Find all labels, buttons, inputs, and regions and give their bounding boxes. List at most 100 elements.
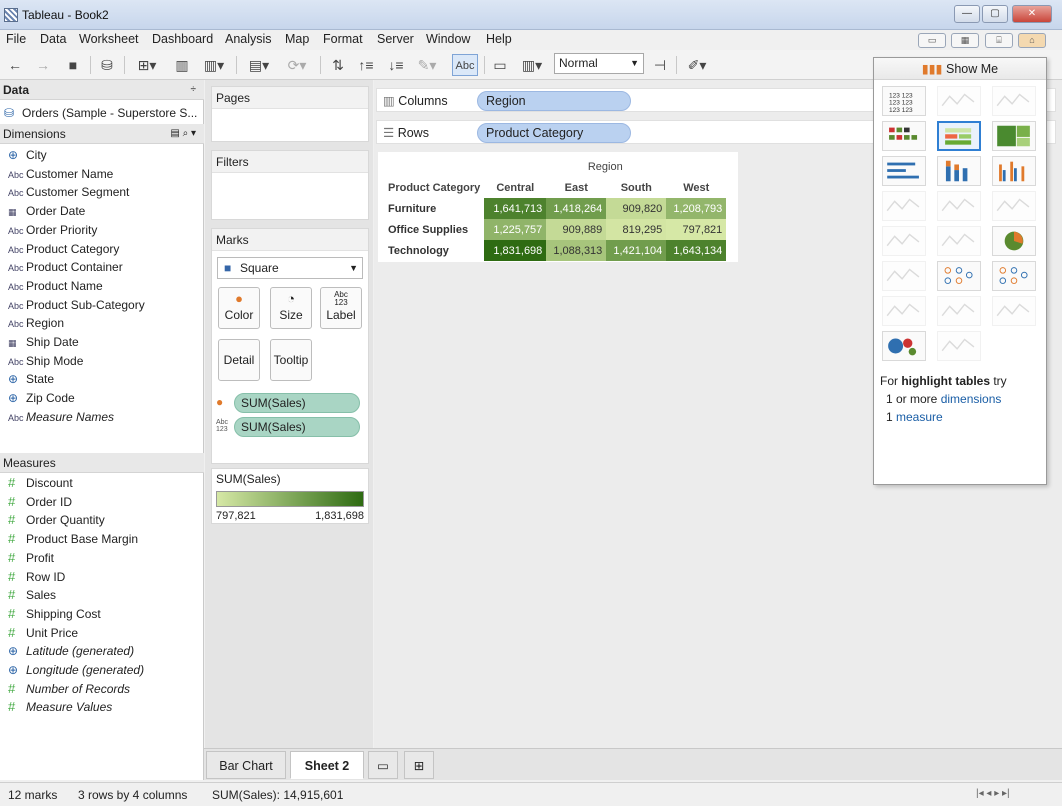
refresh-icon[interactable]: ⟳▾ — [282, 54, 312, 76]
side-by-side-circles-thumb[interactable] — [992, 261, 1036, 291]
lines-continuous-thumb[interactable] — [882, 191, 926, 221]
field-city[interactable]: ⊕ City — [8, 146, 47, 164]
heat-map-thumb[interactable] — [882, 121, 926, 151]
field-sales[interactable]: # Sales — [8, 586, 56, 604]
presentation-icon[interactable]: ▭ — [918, 33, 946, 48]
color-button[interactable]: ● Color — [218, 287, 260, 329]
field-order-priority[interactable]: Abc Order Priority — [8, 221, 97, 239]
swap-icon[interactable]: ⇅ — [326, 54, 350, 76]
card-icon[interactable]: ▥▾ — [516, 54, 548, 76]
label-sum-sales-pill[interactable]: SUM(Sales) — [234, 417, 360, 437]
nav-arrows-icon[interactable]: |◂ ◂ ▸ ▸| — [976, 788, 1010, 799]
scatter-thumb[interactable] — [882, 261, 926, 291]
field-state[interactable]: ⊕ State — [8, 370, 54, 388]
field-shipping-cost[interactable]: # Shipping Cost — [8, 605, 101, 623]
field-number-of-records[interactable]: # Number of Records — [8, 680, 130, 698]
close-button[interactable]: ✕ — [1012, 5, 1052, 23]
highlight-cell[interactable]: 797,821 — [666, 219, 727, 240]
tab-sheet-2[interactable]: Sheet 2 — [290, 751, 364, 779]
field-latitude-generated[interactable]: ⊕ Latitude (generated) — [8, 642, 134, 660]
field-order-id[interactable]: # Order ID — [8, 493, 72, 511]
pages-shelf[interactable]: Pages — [211, 86, 369, 142]
mark-type-dropdown[interactable]: ■ Square ▼ — [217, 257, 363, 279]
menu-data[interactable]: Data — [40, 32, 66, 46]
new-worksheet-tab-icon[interactable]: ▭ — [368, 751, 398, 779]
show-labels-button[interactable]: Abc — [452, 54, 478, 76]
product-category-pill[interactable]: Product Category — [477, 123, 631, 143]
field-customer-segment[interactable]: Abc Customer Segment — [8, 183, 129, 201]
clear-sheet-icon[interactable]: ▥▾ — [198, 54, 230, 76]
field-discount[interactable]: # Discount — [8, 474, 73, 492]
field-ship-date[interactable]: ▦ Ship Date — [8, 333, 79, 351]
presentation-mode-icon[interactable]: ▭ — [488, 54, 512, 76]
highlight-cell[interactable]: 1,421,104 — [606, 240, 667, 261]
menu-server[interactable]: Server — [377, 32, 414, 46]
highlight-cell[interactable]: 909,820 — [606, 198, 667, 219]
tooltip-button[interactable]: Tooltip — [270, 339, 312, 381]
highlight-cell[interactable]: 1,225,757 — [484, 219, 547, 240]
color-sum-sales-pill[interactable]: SUM(Sales) — [234, 393, 360, 413]
highlight-cell[interactable]: 909,889 — [546, 219, 607, 240]
show-me-header[interactable]: ▮▮▮ Show Me — [874, 58, 1046, 80]
stacked-bars-thumb[interactable] — [937, 156, 981, 186]
pin-icon[interactable]: ⊣ — [648, 54, 672, 76]
field-row-id[interactable]: # Row ID — [8, 568, 65, 586]
field-customer-name[interactable]: Abc Customer Name — [8, 165, 113, 183]
sheet-sorter-icon[interactable]: ▦ — [951, 33, 979, 48]
new-dashboard-tab-icon[interactable]: ⊞ — [404, 751, 434, 779]
menu-map[interactable]: Map — [285, 32, 309, 46]
field-longitude-generated[interactable]: ⊕ Longitude (generated) — [8, 661, 144, 679]
menu-worksheet[interactable]: Worksheet — [79, 32, 139, 46]
group-icon[interactable]: ▤▾ — [244, 54, 274, 76]
detail-button[interactable]: Detail — [218, 339, 260, 381]
field-order-date[interactable]: ▦ Order Date — [8, 202, 85, 220]
field-measure-values[interactable]: # Measure Values — [8, 698, 112, 716]
highlight-cell[interactable]: 1,831,698 — [484, 240, 547, 261]
field-zip-code[interactable]: ⊕ Zip Code — [8, 389, 75, 407]
field-unit-price[interactable]: # Unit Price — [8, 624, 78, 642]
database-icon[interactable]: ⛁ — [96, 54, 118, 76]
field-product-name[interactable]: Abc Product Name — [8, 277, 103, 295]
sort-ascending-icon[interactable]: ↑≡ — [354, 54, 378, 76]
home-icon[interactable]: ⌂ — [1018, 33, 1046, 48]
histogram-thumb[interactable] — [937, 331, 981, 361]
save-icon[interactable]: ■ — [62, 54, 84, 76]
field-product-base-margin[interactable]: # Product Base Margin — [8, 530, 138, 548]
maximize-button[interactable]: ▢ — [982, 5, 1008, 23]
lines-discrete-thumb[interactable] — [937, 191, 981, 221]
highlight-cell[interactable]: 1,208,793 — [666, 198, 727, 219]
field-region[interactable]: Abc Region — [8, 314, 64, 332]
duplicate-sheet-icon[interactable]: ▥ — [170, 54, 194, 76]
label-button[interactable]: Abc 123 Label — [320, 287, 362, 329]
circle-views-thumb[interactable] — [937, 261, 981, 291]
side-by-side-bars-thumb[interactable] — [992, 156, 1036, 186]
field-product-sub-category[interactable]: Abc Product Sub-Category — [8, 296, 145, 314]
collapse-icon[interactable]: ÷ — [191, 80, 197, 100]
field-measure-names[interactable]: Abc Measure Names — [8, 408, 114, 426]
new-worksheet-icon[interactable]: ⊞▾ — [130, 54, 164, 76]
filters-shelf[interactable]: Filters — [211, 150, 369, 220]
highlight-cell[interactable]: 1,643,134 — [666, 240, 727, 261]
color-ramp[interactable] — [216, 491, 364, 507]
back-arrow-icon[interactable]: ← — [4, 54, 26, 76]
field-order-quantity[interactable]: # Order Quantity — [8, 511, 105, 529]
treemap-thumb[interactable] — [992, 121, 1036, 151]
highlight-cell[interactable]: 819,295 — [606, 219, 667, 240]
field-ship-mode[interactable]: Abc Ship Mode — [8, 352, 83, 370]
area-continuous-thumb[interactable] — [882, 226, 926, 256]
highlight-cell[interactable]: 1,088,313 — [546, 240, 607, 261]
fit-mode-dropdown[interactable]: Normal ▼ — [554, 53, 644, 74]
data-source[interactable]: ⛁ Orders (Sample - Superstore S... — [4, 104, 197, 122]
highlight-cell[interactable]: 1,641,713 — [484, 198, 547, 219]
menu-analysis[interactable]: Analysis — [225, 32, 272, 46]
highlight-cell[interactable]: 1,418,264 — [546, 198, 607, 219]
size-button[interactable]: ◔ Size — [270, 287, 312, 329]
symbol-map-thumb[interactable] — [937, 86, 981, 116]
sort-descending-icon[interactable]: ↓≡ — [384, 54, 408, 76]
region-pill[interactable]: Region — [477, 91, 631, 111]
field-profit[interactable]: # Profit — [8, 549, 54, 567]
minimize-button[interactable]: — — [954, 5, 980, 23]
menu-window[interactable]: Window — [426, 32, 470, 46]
menu-dashboard[interactable]: Dashboard — [152, 32, 213, 46]
gantt-thumb[interactable] — [937, 296, 981, 326]
